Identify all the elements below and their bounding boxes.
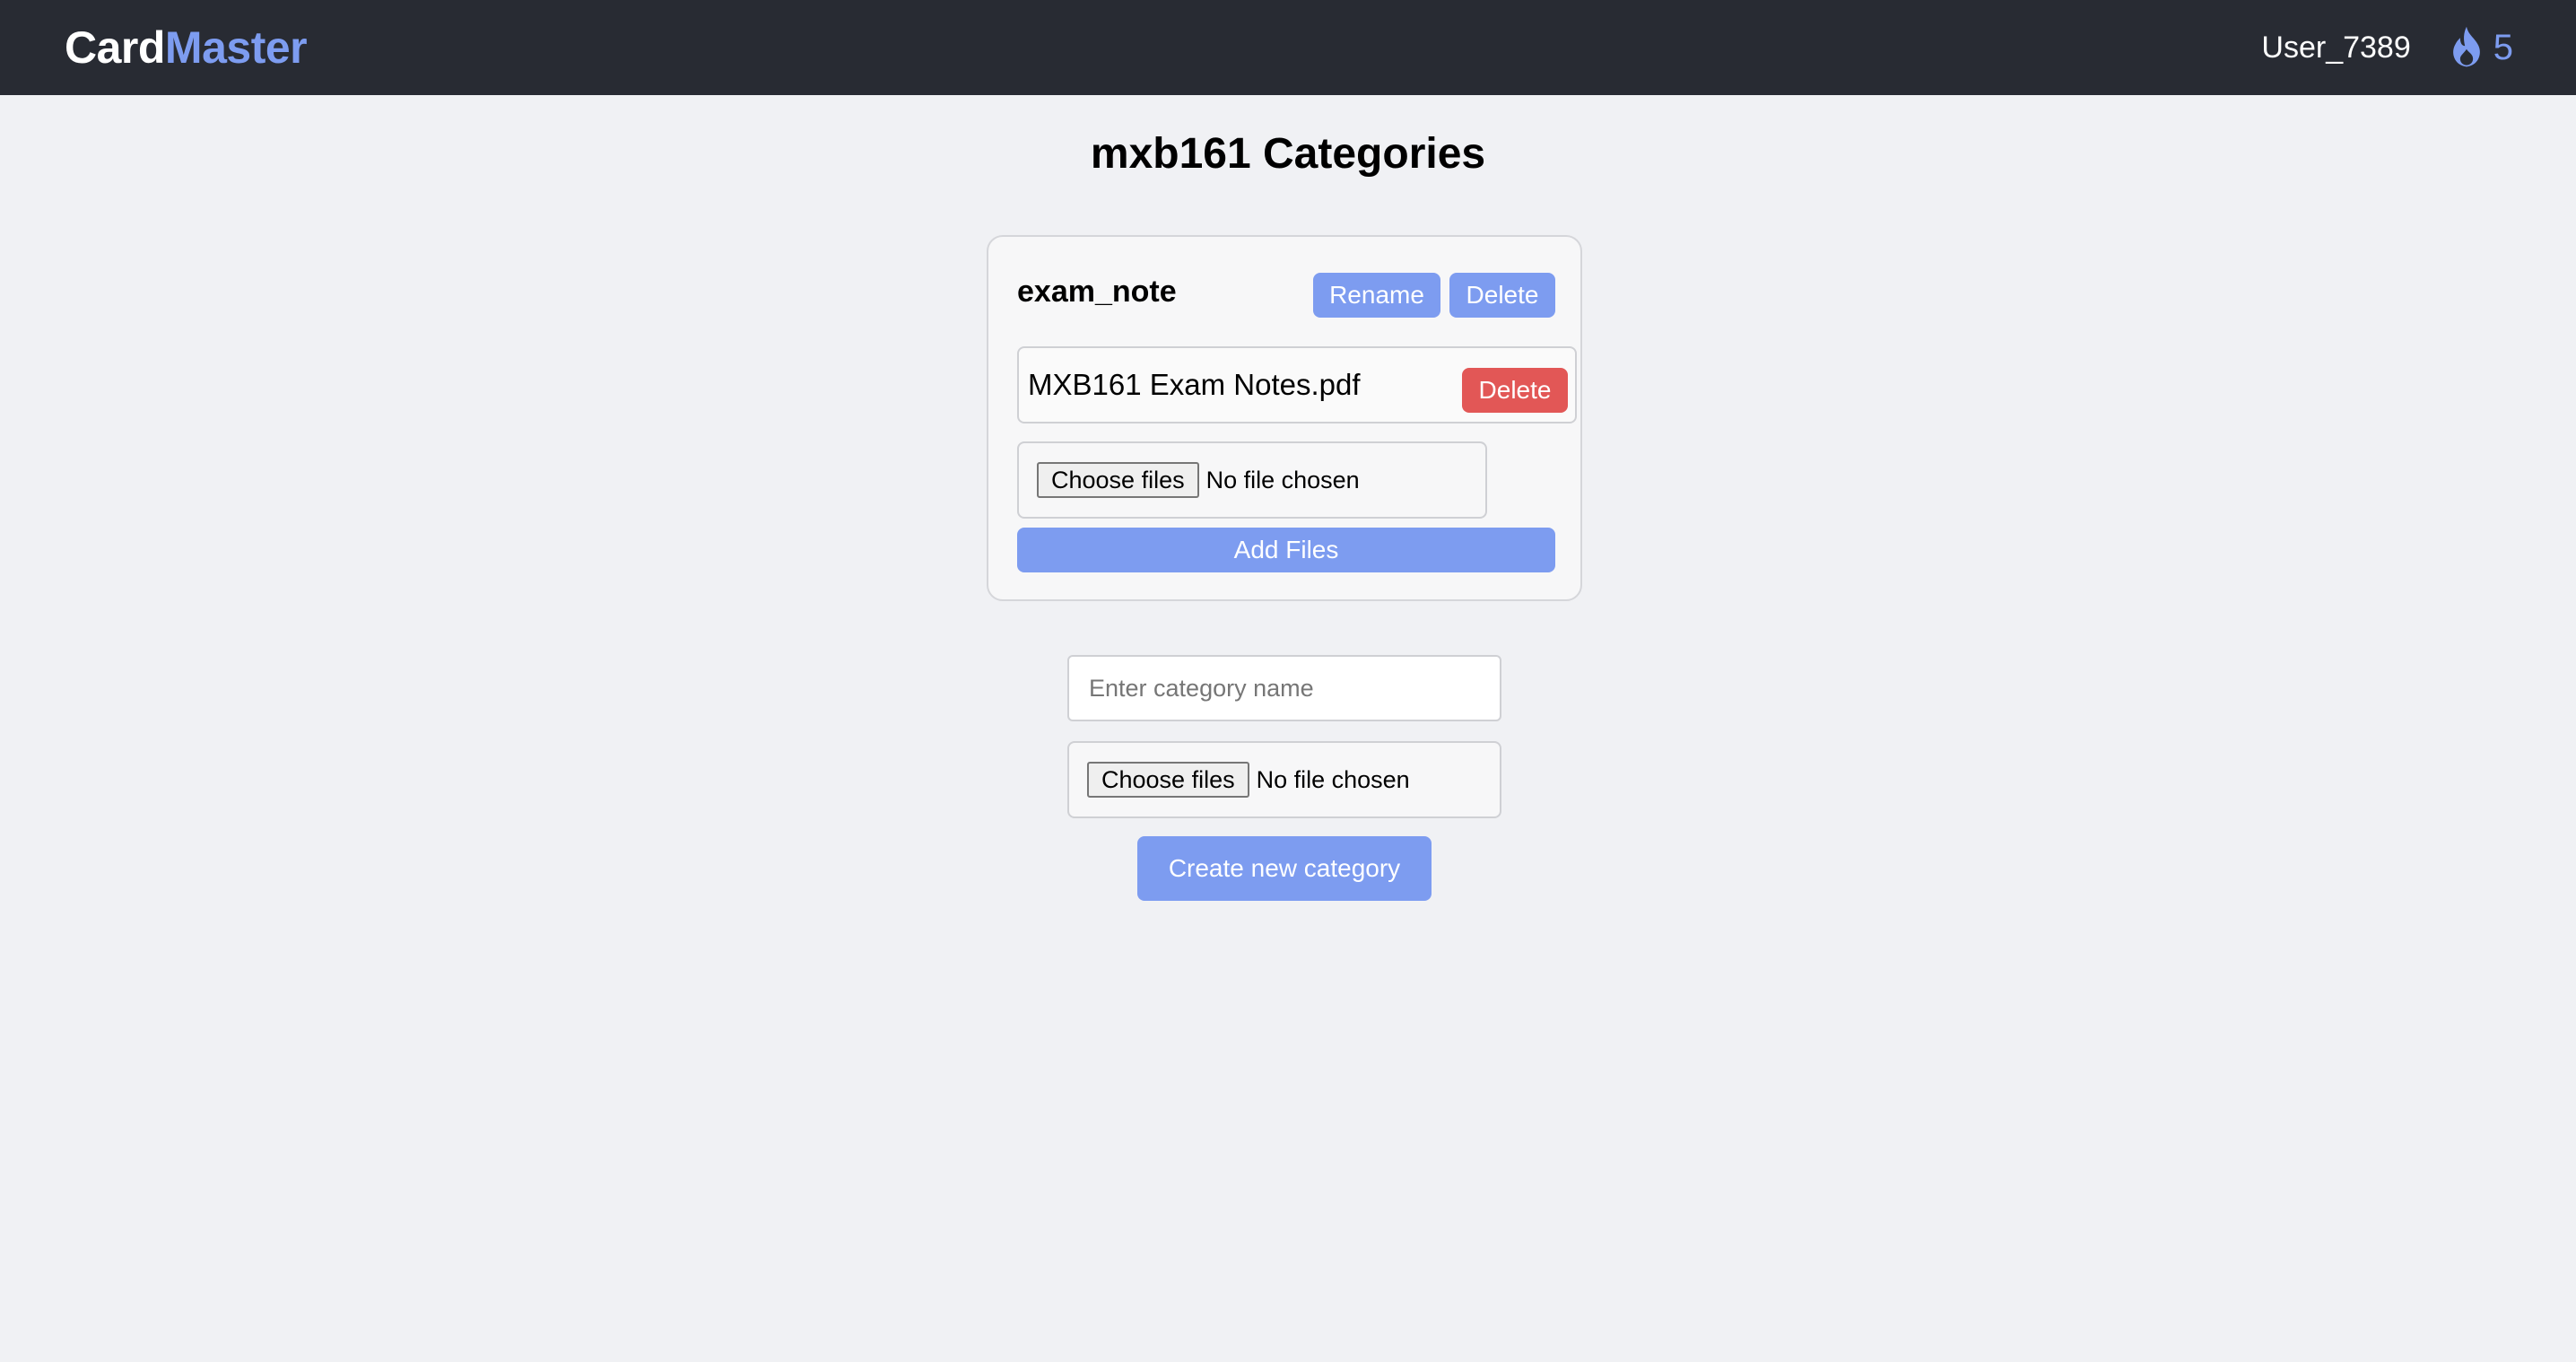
- brand-logo-part2: Master: [164, 22, 308, 73]
- add-files-button[interactable]: Add Files: [1017, 528, 1555, 572]
- category-card: exam_note Rename Delete MXB161 Exam Note…: [987, 235, 1582, 601]
- choose-files-button[interactable]: Choose files: [1037, 462, 1199, 498]
- file-item: MXB161 Exam Notes.pdf Delete: [1017, 346, 1577, 423]
- streak-counter: 5: [2447, 25, 2513, 70]
- file-picker-status: No file chosen: [1256, 765, 1410, 793]
- choose-files-button[interactable]: Choose files: [1087, 762, 1249, 798]
- streak-count: 5: [2493, 27, 2513, 67]
- user-area: User_7389 5: [2261, 25, 2513, 70]
- rename-category-button[interactable]: Rename: [1313, 273, 1440, 318]
- create-category-button[interactable]: Create new category: [1137, 836, 1432, 901]
- category-name: exam_note: [1017, 275, 1177, 309]
- file-name[interactable]: MXB161 Exam Notes.pdf: [1028, 368, 1361, 402]
- navbar: CardMaster User_7389 5: [0, 0, 2576, 95]
- page-title: mxb161 Categories: [1090, 130, 1486, 178]
- brand-logo[interactable]: CardMaster: [65, 22, 308, 74]
- new-category-file-picker[interactable]: Choose files No file chosen: [1067, 741, 1501, 818]
- category-file-picker[interactable]: Choose files No file chosen: [1017, 441, 1487, 519]
- file-picker-status: No file chosen: [1205, 466, 1360, 493]
- username[interactable]: User_7389: [2261, 31, 2410, 65]
- delete-file-button[interactable]: Delete: [1462, 368, 1568, 413]
- category-name-input[interactable]: [1067, 655, 1501, 721]
- flame-icon: [2447, 25, 2486, 70]
- delete-category-button[interactable]: Delete: [1449, 273, 1555, 318]
- brand-logo-part1: Card: [65, 22, 165, 73]
